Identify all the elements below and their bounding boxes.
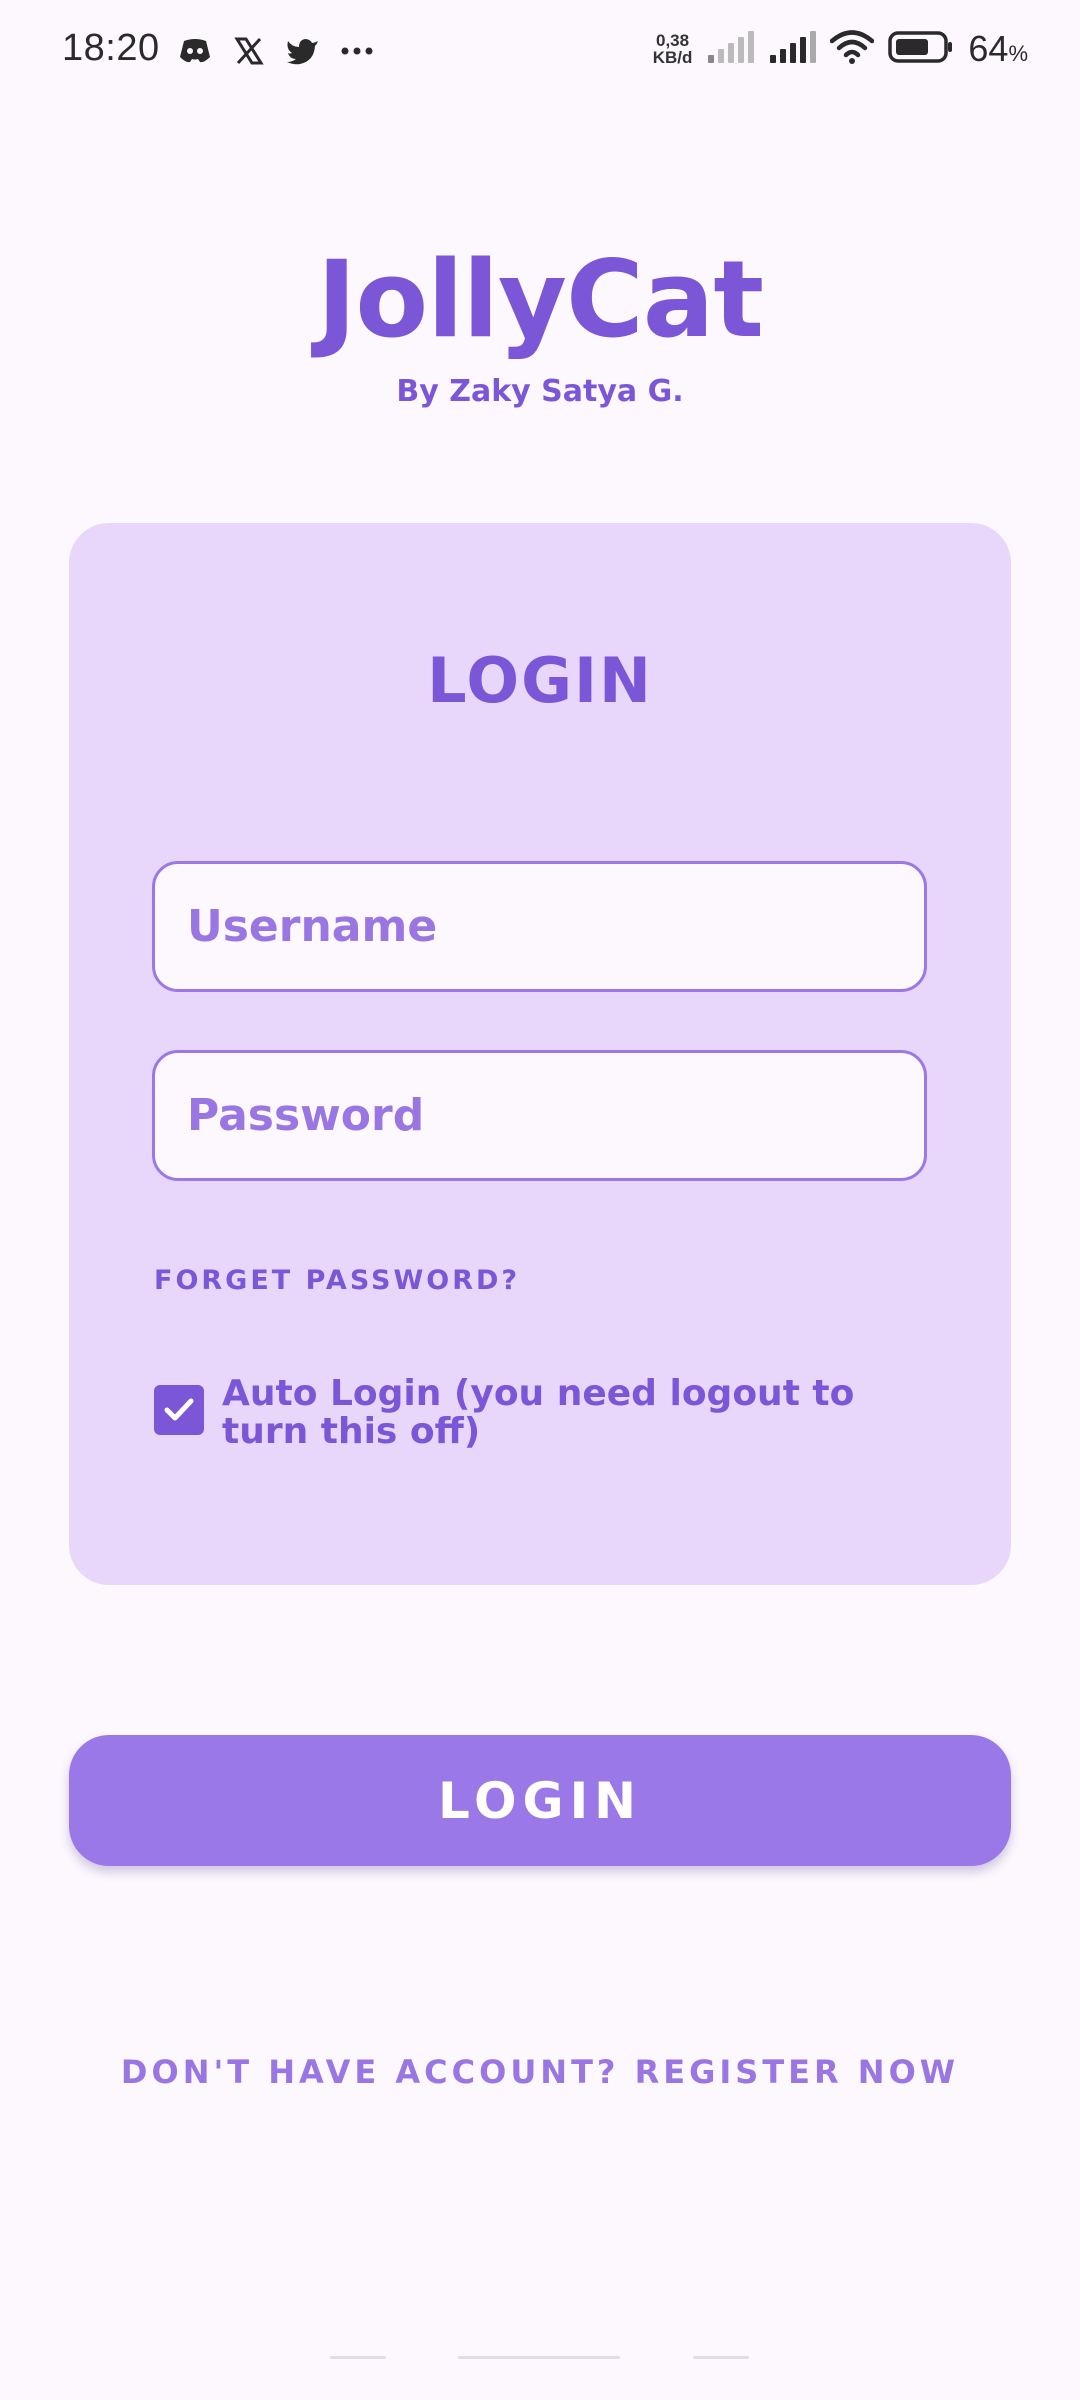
checkmark-icon: [164, 1398, 194, 1421]
battery-percent-unit: %: [1008, 41, 1028, 66]
battery-icon: [888, 30, 954, 68]
auto-login-label: Auto Login (you need logout to turn this…: [222, 1373, 855, 1452]
wifi-icon: [830, 30, 875, 68]
status-bar: 18:20 0,38 KB/d 64%: [0, 0, 1080, 104]
password-placeholder: Password: [187, 1090, 425, 1141]
battery-percent-value: 64: [968, 28, 1009, 69]
auto-login-option[interactable]: Auto Login (you need logout to turn this…: [154, 1375, 934, 1451]
signal-weak-icon: [706, 31, 755, 67]
net-speed-unit: KB/d: [652, 48, 693, 67]
more-icon: [338, 32, 376, 70]
nav-hint-right: [693, 2356, 749, 2359]
twitter-icon: [284, 32, 322, 70]
discord-icon: [176, 32, 214, 70]
login-button-label: LOGIN: [437, 1771, 643, 1830]
battery-percent: 64%: [968, 28, 1028, 70]
net-speed: 0,38 KB/d: [653, 32, 693, 66]
signal-icon: [768, 31, 817, 67]
nav-gesture-bar: [0, 2356, 1080, 2360]
status-time: 18:20: [62, 27, 160, 69]
card-title: LOGIN: [427, 644, 653, 717]
username-input[interactable]: Username: [152, 861, 927, 992]
auto-login-checkbox[interactable]: [154, 1385, 204, 1435]
net-speed-value: 0,38: [656, 31, 690, 50]
login-button[interactable]: LOGIN: [69, 1735, 1011, 1866]
register-link[interactable]: DON'T HAVE ACCOUNT? REGISTER NOW: [0, 2050, 1080, 2094]
app-title: JollyCat: [316, 238, 764, 361]
password-input[interactable]: Password: [152, 1050, 927, 1181]
nav-hint-left: [330, 2356, 386, 2359]
x-icon: [230, 32, 268, 70]
username-placeholder: Username: [187, 901, 438, 952]
forget-password-link[interactable]: FORGET PASSWORD?: [154, 1261, 520, 1301]
app-subtitle: By Zaky Satya G.: [396, 374, 684, 409]
status-right: 0,38 KB/d 64%: [653, 28, 1028, 70]
login-card: LOGIN Username Password FORGET PASSWORD?…: [69, 523, 1011, 1585]
nav-hint-center: [458, 2356, 620, 2359]
notification-icons: [176, 32, 376, 70]
